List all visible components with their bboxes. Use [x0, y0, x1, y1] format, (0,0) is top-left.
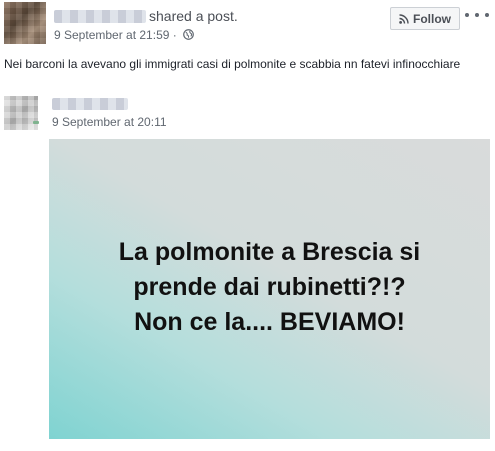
- poster-avatar[interactable]: [4, 2, 46, 44]
- shared-image[interactable]: La polmonite a Brescia si prende dai rub…: [49, 139, 490, 439]
- more-dot: [465, 13, 469, 17]
- shared-a-post-label: shared a post.: [149, 8, 238, 24]
- rss-icon: [399, 13, 409, 24]
- more-dot: [485, 13, 489, 17]
- image-caption: La polmonite a Brescia si prende dai rub…: [119, 235, 421, 340]
- shared-post-name-redacted[interactable]: [52, 98, 128, 110]
- shared-post-timestamp[interactable]: 9 September at 20:11: [52, 115, 167, 129]
- follow-button[interactable]: Follow: [390, 7, 460, 30]
- follow-label: Follow: [413, 11, 451, 26]
- shared-post-avatar[interactable]: [4, 96, 38, 130]
- image-caption-line: La polmonite a Brescia si: [118, 237, 421, 266]
- poster-name-redacted[interactable]: [54, 10, 146, 23]
- globe-icon[interactable]: [183, 29, 194, 40]
- more-options-icon[interactable]: [465, 8, 489, 22]
- image-caption-line: Non ce la.... BEVIAMO!: [134, 307, 405, 336]
- shared-indicator: [33, 121, 39, 124]
- post-meta: 9 September at 21:59 ·: [54, 28, 194, 42]
- post-timestamp[interactable]: 9 September at 21:59 ·: [54, 28, 177, 42]
- post-text: Nei barconi la avevano gli immigrati cas…: [4, 57, 461, 71]
- more-dot: [475, 13, 479, 17]
- image-caption-line: prende dai rubinetti?!?: [133, 272, 406, 301]
- shared-post-meta: 9 September at 20:11: [52, 115, 167, 129]
